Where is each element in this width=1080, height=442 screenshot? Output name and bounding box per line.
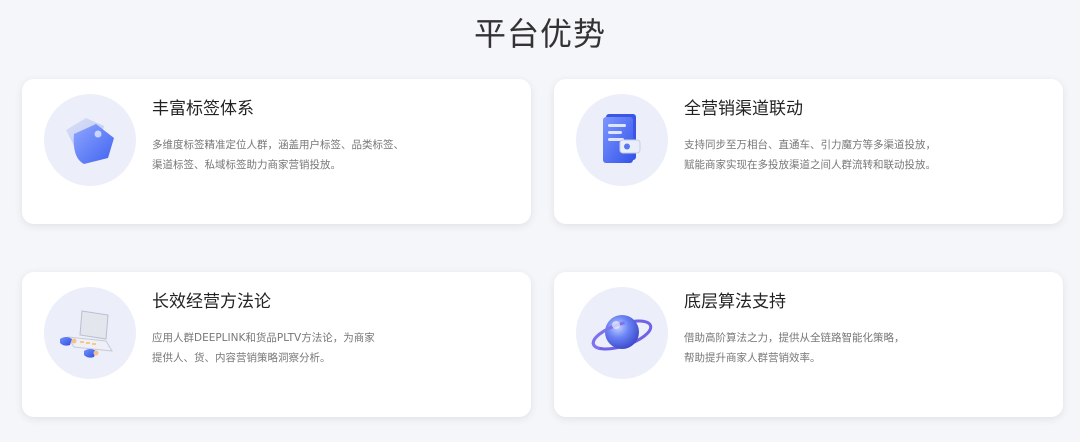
description-line: 支持同步至万相台、直通车、引力魔方等多渠道投放， [684,139,936,151]
card-description: 借助高阶算法之力，提供从全链路智能化策略， 帮助提升商家人群营销效率。 [684,328,1004,368]
page-title: 平台优势 [473,15,606,53]
description-line: 借助高阶算法之力，提供从全链路智能化策略， [684,332,905,344]
tag-icon [44,94,136,186]
card-label-system: 丰富标签体系 多维度标签精准定位人群，涵盖用户标签、品类标签、 渠道标签、私域标… [22,79,531,224]
card-title: 丰富标签体系 [152,99,254,119]
description-line: 帮助提升商家人群营销效率。 [684,352,821,364]
card-title: 全营销渠道联动 [684,99,803,119]
orbit-sphere-icon [576,287,668,379]
description-line: 多维度标签精准定位人群，涵盖用户标签、品类标签、 [152,139,404,151]
platform-advantages-section: 平台优势 丰富标签体系 多维度标签精准定位人群，涵盖用户标签、品类标签、 渠道标… [0,0,1080,442]
document-card-icon [576,94,668,186]
description-line: 应用人群DEEPLINK和货品PLTV方法论，为商家 [152,332,375,344]
card-algorithm-support: 底层算法支持 借助高阶算法之力，提供从全链路智能化策略， 帮助提升商家人群营销效… [554,272,1063,417]
card-description: 多维度标签精准定位人群，涵盖用户标签、品类标签、 渠道标签、私域标签助力商家营销… [152,135,472,175]
description-line: 渠道标签、私域标签助力商家营销投放。 [152,159,341,171]
description-line: 提供人、货、内容营销策略洞察分析。 [152,352,331,364]
card-title: 长效经营方法论 [152,292,271,312]
card-description: 应用人群DEEPLINK和货品PLTV方法论，为商家 提供人、货、内容营销策略洞… [152,328,472,368]
laptop-icon [44,287,136,379]
card-long-term-method: 长效经营方法论 应用人群DEEPLINK和货品PLTV方法论，为商家 提供人、货… [22,272,531,417]
card-description: 支持同步至万相台、直通车、引力魔方等多渠道投放， 赋能商家实现在多投放渠道之间人… [684,135,1004,175]
card-channel-linkage: 全营销渠道联动 支持同步至万相台、直通车、引力魔方等多渠道投放， 赋能商家实现在… [554,79,1063,224]
description-line: 赋能商家实现在多投放渠道之间人群流转和联动投放。 [684,159,936,171]
card-title: 底层算法支持 [684,292,786,312]
